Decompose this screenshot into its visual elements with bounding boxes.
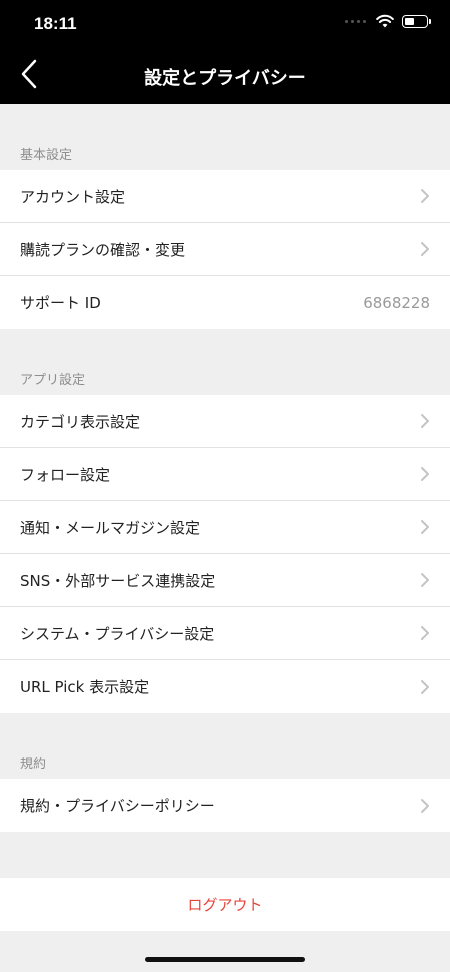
home-indicator[interactable]	[145, 957, 305, 962]
row-label: URL Pick 表示設定	[20, 678, 150, 696]
chevron-right-icon	[421, 467, 429, 481]
support-id-value: 6868228	[363, 293, 430, 312]
row-label: 通知・メールマガジン設定	[20, 518, 201, 537]
row-category-display[interactable]: カテゴリ表示設定	[0, 395, 450, 448]
battery-icon	[402, 14, 431, 28]
row-sns-services[interactable]: SNS・外部サービス連携設定	[0, 554, 450, 607]
row-label: 規約・プライバシーポリシー	[20, 797, 215, 815]
chevron-right-icon	[421, 573, 429, 587]
row-account-settings[interactable]: アカウント設定	[0, 170, 450, 223]
row-label: システム・プライバシー設定	[20, 624, 215, 643]
row-label: アカウント設定	[20, 187, 126, 206]
row-notifications[interactable]: 通知・メールマガジン設定	[0, 501, 450, 554]
row-support-id: サポート ID 6868228	[0, 276, 450, 329]
section-header-basic: 基本設定	[20, 148, 73, 163]
row-subscription[interactable]: 購読プランの確認・変更	[0, 223, 450, 276]
chevron-right-icon	[421, 679, 429, 694]
row-label: カテゴリ表示設定	[20, 412, 141, 431]
wifi-icon	[376, 14, 394, 28]
row-url-pick[interactable]: URL Pick 表示設定	[0, 660, 450, 713]
row-label: SNS・外部サービス連携設定	[20, 571, 216, 590]
row-terms-privacy[interactable]: 規約・プライバシーポリシー	[0, 779, 450, 832]
chevron-right-icon	[421, 189, 429, 203]
row-label: 購読プランの確認・変更	[20, 240, 186, 259]
chevron-right-icon	[421, 520, 429, 534]
status-time: 18:11	[34, 14, 77, 33]
section-header-terms: 規約	[20, 757, 47, 772]
group-app: カテゴリ表示設定 フォロー設定 通知・メールマガジン設定 SNS・外部サービス連…	[0, 395, 450, 713]
group-terms: 規約・プライバシーポリシー	[0, 779, 450, 832]
section-header-app: アプリ設定	[20, 373, 86, 388]
chevron-right-icon	[421, 626, 429, 640]
group-basic: アカウント設定 購読プランの確認・変更 サポート ID 6868228	[0, 170, 450, 329]
row-system-privacy[interactable]: システム・プライバシー設定	[0, 607, 450, 660]
row-label: サポート ID	[20, 294, 101, 312]
chevron-right-icon	[421, 798, 429, 813]
signal-icon	[345, 19, 366, 23]
logout-button[interactable]: ログアウト	[0, 878, 450, 931]
status-indicators	[345, 14, 431, 28]
settings-list: 基本設定 アカウント設定 購読プランの確認・変更 サポート ID 6868228…	[0, 104, 450, 931]
header: 18:11 設定とプライバシー	[0, 0, 450, 104]
row-label: フォロー設定	[20, 465, 111, 484]
row-follow-settings[interactable]: フォロー設定	[0, 448, 450, 501]
logout-label: ログアウト	[187, 896, 263, 914]
page-title: 設定とプライバシー	[144, 68, 306, 89]
chevron-right-icon	[421, 414, 429, 428]
chevron-right-icon	[421, 242, 429, 256]
